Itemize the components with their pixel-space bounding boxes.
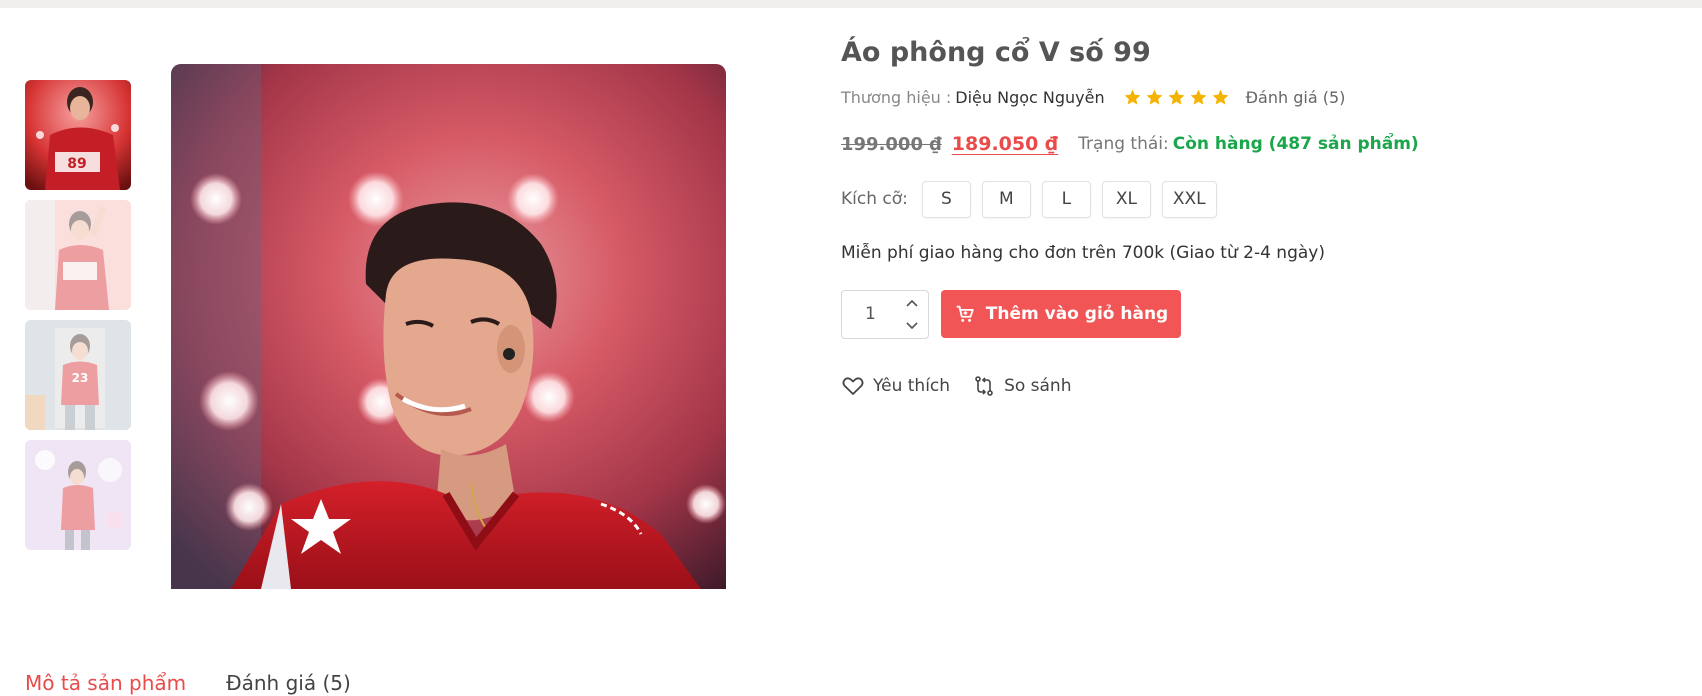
product-tabs: Mô tả sản phẩm Đánh giá (5) <box>25 670 351 696</box>
size-option-xxl[interactable]: XXL <box>1161 180 1217 218</box>
thumbnail-4[interactable] <box>25 440 131 550</box>
sale-price: 189.050 ₫ <box>951 133 1059 155</box>
wishlist-button[interactable]: Yêu thích <box>841 374 950 398</box>
shipping-note: Miễn phí giao hàng cho đơn trên 700k (Gi… <box>841 243 1325 263</box>
quantity-stepper <box>841 289 929 339</box>
top-strip <box>0 0 1702 8</box>
wishlist-label: Yêu thích <box>873 376 951 396</box>
thumbnail-2[interactable] <box>25 200 131 310</box>
cart-icon <box>956 305 974 322</box>
action-row: Yêu thích So sánh <box>841 372 1661 400</box>
add-to-cart-label: Thêm vào giỏ hàng <box>985 304 1169 324</box>
quantity-input[interactable] <box>842 304 892 324</box>
thumbnail-list: 89 23 <box>25 80 131 560</box>
chevron-down-icon[interactable] <box>904 318 920 334</box>
star-icon <box>1124 89 1141 105</box>
thumbnail-1[interactable]: 89 <box>25 80 131 190</box>
compare-label: So sánh <box>1004 376 1072 396</box>
heart-icon <box>842 377 864 395</box>
star-icon <box>1168 89 1185 105</box>
cart-row: Thêm vào giỏ hàng <box>841 289 1661 339</box>
svg-text:23: 23 <box>72 371 89 385</box>
size-option-l[interactable]: L <box>1041 180 1091 218</box>
size-selector: Kích cỡ: S M L XL XXL <box>841 180 1661 218</box>
star-icon <box>1190 89 1207 105</box>
tab-description[interactable]: Mô tả sản phẩm <box>25 670 186 696</box>
brand-name[interactable]: Diệu Ngọc Nguyễn <box>955 88 1104 107</box>
product-info: Áo phông cổ V số 99 Thương hiệu : Diệu N… <box>841 34 1661 400</box>
tab-reviews[interactable]: Đánh giá (5) <box>226 670 351 696</box>
main-product-image[interactable] <box>171 64 726 589</box>
size-label: Kích cỡ: <box>841 189 908 209</box>
chevron-up-icon[interactable] <box>904 295 920 311</box>
price-row: 199.000 ₫ 189.050 ₫ Trạng thái: Còn hàng… <box>841 131 1661 157</box>
svg-text:89: 89 <box>67 156 86 172</box>
star-icon <box>1146 89 1163 105</box>
star-icon <box>1212 89 1229 105</box>
compare-button[interactable]: So sánh <box>972 374 1071 398</box>
size-option-s[interactable]: S <box>921 180 971 218</box>
stock-status-value: Còn hàng (487 sản phẩm) <box>1172 134 1419 154</box>
old-price: 199.000 ₫ <box>841 133 942 155</box>
meta-row: Thương hiệu : Diệu Ngọc Nguyễn Đánh giá … <box>841 85 1661 109</box>
stock-status-label: Trạng thái: <box>1078 134 1169 154</box>
brand-label: Thương hiệu : <box>841 87 952 107</box>
thumbnail-3[interactable]: 23 <box>25 320 131 430</box>
add-to-cart-button[interactable]: Thêm vào giỏ hàng <box>941 290 1181 338</box>
rating-count[interactable]: Đánh giá (5) <box>1246 88 1346 107</box>
size-option-xl[interactable]: XL <box>1101 180 1151 218</box>
size-option-m[interactable]: M <box>981 180 1031 218</box>
compare-icon <box>975 376 993 396</box>
rating-stars <box>1123 88 1230 107</box>
product-title: Áo phông cổ V số 99 <box>841 37 1151 68</box>
